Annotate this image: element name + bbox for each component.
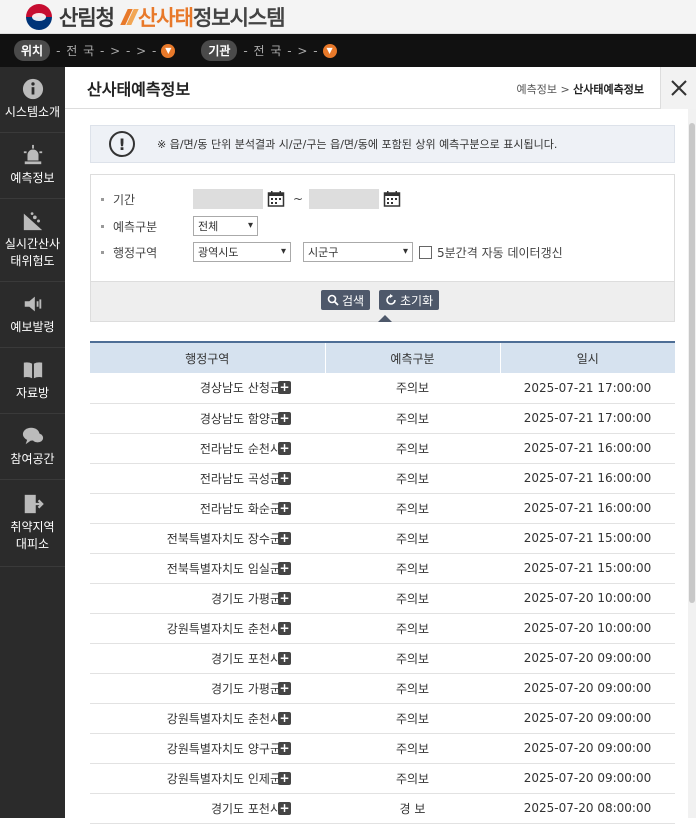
table-row: 전북특별자치도 임실군 + 주의보 2025-07-21 15:00:00 (90, 553, 675, 584)
search-button[interactable]: 검색 (321, 290, 371, 310)
expand-plus-icon[interactable]: + (278, 531, 291, 545)
table-row: 경기도 포천시 + 경 보 2025-07-20 08:00:00 (90, 793, 675, 824)
expand-plus-icon[interactable]: + (278, 591, 291, 605)
chevron-down-icon: ▾ (402, 246, 408, 257)
scrollbar-thumb[interactable] (689, 123, 695, 603)
table-row: 전라남도 순천시 + 주의보 2025-07-21 16:00:00 (90, 433, 675, 464)
sidebar-item-warning-issue[interactable]: 예보발령 (0, 282, 65, 348)
location-bar: 위치 - 전 국 - > - > - ▼ 기관 - 전 국 - > - ▼ (0, 34, 696, 67)
forecast-label: 예측구분 (113, 219, 158, 234)
brand-bar: 산림청 산사태 정보시스템 (0, 0, 696, 34)
chevron-down-icon: ▾ (280, 246, 286, 257)
expand-plus-icon[interactable]: + (278, 651, 291, 665)
breadcrumb: 예측정보 > 산사태예측정보 (516, 83, 644, 96)
period-row: 기간 ~ (101, 189, 409, 209)
main-panel: 산사태예측정보 예측정보 > 산사태예측정보 ! ※ 읍/면/동 단위 분석결과… (65, 67, 696, 824)
expand-plus-icon[interactable]: + (278, 441, 291, 455)
landslide-icon (22, 210, 44, 232)
government-emblem-icon (26, 3, 52, 30)
region-row: 행정구역 광역시도 ▾ 시군구 ▾ 5분간격 자동 데이터갱신 (101, 242, 563, 262)
notice-box: ! ※ 읍/면/동 단위 분석결과 시/군/구는 읍/면/동에 포함된 상위 예… (90, 125, 675, 163)
table-row: 경상남도 산청군 + 주의보 2025-07-21 17:00:00 (90, 373, 675, 404)
end-calendar-icon[interactable] (383, 190, 401, 208)
search-icon (327, 294, 339, 306)
expand-plus-icon[interactable]: + (278, 681, 291, 695)
location-value: - 전 국 - > - > - (56, 44, 158, 58)
chat-icon (22, 425, 44, 447)
table-row: 경기도 가평군 + 주의보 2025-07-20 09:00:00 (90, 673, 675, 704)
province-select[interactable]: 광역시도 ▾ (193, 242, 291, 262)
sidebar-item-community[interactable]: 참여공간 (0, 414, 65, 480)
column-header-datetime: 일시 (500, 341, 675, 373)
expand-plus-icon[interactable]: + (278, 741, 291, 755)
chevron-down-icon: ▾ (247, 220, 253, 231)
expand-plus-icon[interactable]: + (278, 561, 291, 575)
district-select[interactable]: 시군구 ▾ (303, 242, 413, 262)
expand-plus-icon[interactable]: + (278, 621, 291, 635)
auto-refresh-checkbox[interactable] (419, 245, 432, 259)
location-label: 위치 (14, 40, 51, 61)
table-row: 전북특별자치도 장수군 + 주의보 2025-07-21 15:00:00 (90, 523, 675, 554)
agency-dropdown-icon[interactable]: ▼ (322, 43, 337, 58)
expand-plus-icon[interactable]: + (278, 411, 291, 425)
column-header-forecast: 예측구분 (325, 341, 501, 373)
siren-icon (22, 144, 44, 166)
sidebar-item-forecast[interactable]: 예측정보 (0, 133, 65, 199)
collapse-caret-icon[interactable] (378, 315, 392, 322)
region-label: 행정구역 (113, 245, 158, 260)
auto-refresh-label: 5분간격 자동 데이터갱신 (437, 245, 563, 260)
column-header-region: 행정구역 (90, 341, 326, 373)
close-icon (670, 80, 687, 96)
expand-plus-icon[interactable]: + (278, 471, 291, 485)
sidebar: 시스템소개 예측정보 실시간산사 태위험도 예보발령 자료방 참여공간 취약지역… (0, 67, 65, 818)
start-date-input[interactable] (193, 189, 263, 209)
forecast-select[interactable]: 전체 ▾ (193, 216, 258, 236)
table-row: 강원특별자치도 인제군 + 주의보 2025-07-20 09:00:00 (90, 763, 675, 794)
reset-button[interactable]: 초기화 (379, 290, 440, 310)
expand-plus-icon[interactable]: + (278, 711, 291, 725)
expand-plus-icon[interactable]: + (278, 801, 291, 815)
info-icon (22, 78, 44, 100)
start-calendar-icon[interactable] (267, 190, 285, 208)
expand-plus-icon[interactable]: + (278, 771, 291, 785)
table-row: 전라남도 곡성군 + 주의보 2025-07-21 16:00:00 (90, 463, 675, 494)
vertical-scrollbar[interactable] (688, 109, 696, 818)
close-button[interactable] (660, 67, 696, 109)
table-row: 경기도 가평군 + 주의보 2025-07-20 10:00:00 (90, 583, 675, 614)
sidebar-item-shelter[interactable]: 취약지역 대피소 (0, 480, 65, 567)
table-row: 경상남도 함양군 + 주의보 2025-07-21 17:00:00 (90, 403, 675, 434)
expand-plus-icon[interactable]: + (278, 381, 291, 394)
period-separator: ~ (293, 192, 304, 206)
book-icon (22, 359, 44, 381)
forecast-row: 예측구분 전체 ▾ (101, 216, 258, 236)
landslide-logo-icon (120, 7, 139, 27)
page-title: 산사태예측정보 (87, 79, 191, 99)
sidebar-item-system-intro[interactable]: 시스템소개 (0, 67, 65, 133)
refresh-icon (386, 294, 396, 305)
location-dropdown-icon[interactable]: ▼ (161, 43, 176, 58)
exclamation-icon: ! (109, 131, 135, 157)
speaker-icon (22, 293, 44, 315)
brand-org-name[interactable]: 산림청 (59, 2, 115, 32)
period-label: 기간 (113, 192, 136, 207)
sidebar-item-library[interactable]: 자료방 (0, 348, 65, 414)
end-date-input[interactable] (309, 189, 380, 209)
table-row: 경기도 포천시 + 주의보 2025-07-20 09:00:00 (90, 643, 675, 674)
forecast-table: 행정구역 예측구분 일시 경상남도 산청군 + 주의보 2025-07-21 17:0… (90, 341, 675, 824)
filter-panel: 기간 ~ 예측구분 전체 ▾ 행정구역 광역시도 ▾ 시군구 ▾ 5분간격 자동… (90, 174, 675, 322)
table-row: 전라남도 화순군 + 주의보 2025-07-21 16:00:00 (90, 493, 675, 524)
agency-value: - 전 국 - > - (243, 44, 319, 58)
expand-plus-icon[interactable]: + (278, 501, 291, 515)
table-row: 강원특별자치도 양구군 + 주의보 2025-07-20 09:00:00 (90, 733, 675, 764)
exit-icon (22, 493, 44, 515)
agency-label: 기관 (201, 40, 238, 61)
sidebar-item-realtime-risk[interactable]: 실시간산사 태위험도 (0, 199, 65, 282)
title-row: 산사태예측정보 예측정보 > 산사태예측정보 (65, 67, 696, 109)
table-row: 강원특별자치도 춘천시 + 주의보 2025-07-20 09:00:00 (90, 703, 675, 734)
table-row: 강원특별자치도 춘천시 + 주의보 2025-07-20 10:00:00 (90, 613, 675, 644)
notice-text: ※ 읍/면/동 단위 분석결과 시/군/구는 읍/면/동에 포함된 상위 예측구… (157, 138, 558, 151)
brand-system-logo[interactable]: 산사태 정보시스템 (120, 2, 286, 32)
